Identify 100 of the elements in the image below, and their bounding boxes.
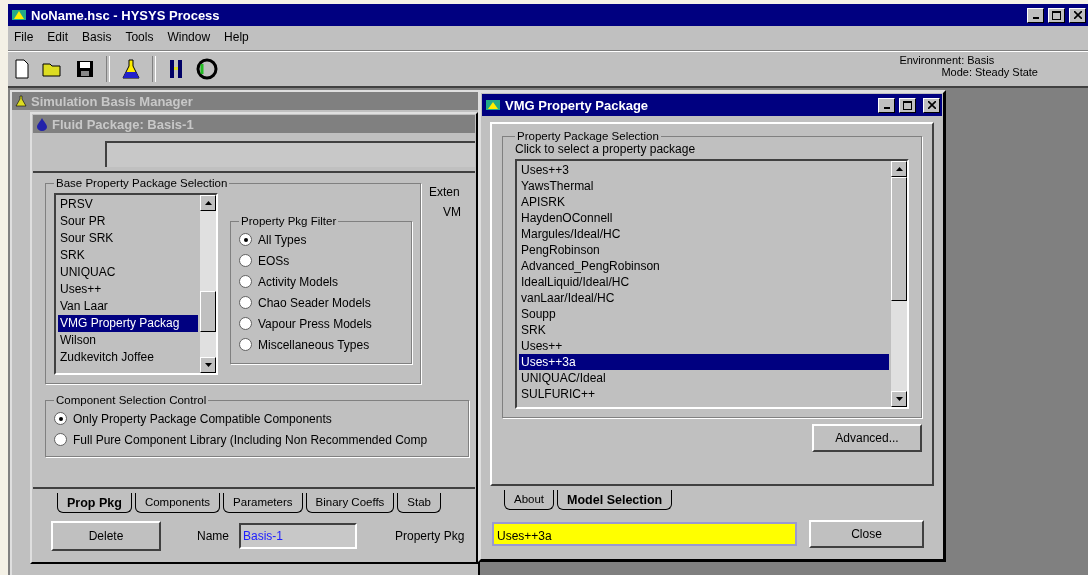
menu-item[interactable]: Tools bbox=[125, 30, 154, 46]
selected-package-field[interactable]: Uses++3a bbox=[492, 522, 797, 546]
close-icon bbox=[927, 101, 936, 109]
component-icon[interactable] bbox=[196, 58, 218, 80]
list-item[interactable]: Sour PR bbox=[58, 213, 198, 230]
list-item[interactable]: Zudkevitch Joffee bbox=[58, 349, 198, 366]
close-button[interactable]: Close bbox=[809, 520, 924, 548]
window-title: Fluid Package: Basis-1 bbox=[52, 116, 194, 132]
list-item[interactable]: PengRobinson bbox=[519, 242, 889, 258]
tab[interactable]: About bbox=[504, 490, 555, 510]
list-item[interactable]: Soupp bbox=[519, 306, 889, 322]
group-legend: Component Selection Control bbox=[54, 394, 209, 406]
window-title: NoName.hsc - HYSYS Process bbox=[31, 7, 220, 23]
radio-label: Vapour Press Models bbox=[258, 316, 372, 331]
menu-item[interactable]: Window bbox=[167, 30, 211, 46]
maximize-button[interactable] bbox=[1048, 7, 1065, 23]
package-list[interactable]: PRSV Sour PR Sour SRK SRK UNIQUAC Uses++ Van Laar VMG Property Packag Wilson Zudkevitch Joffee bbox=[54, 193, 218, 375]
scroll-down-icon[interactable] bbox=[204, 363, 212, 367]
list-item[interactable]: Sour SRK bbox=[58, 230, 198, 247]
tab[interactable]: Components bbox=[134, 493, 221, 513]
scroll-up-icon[interactable] bbox=[204, 201, 212, 205]
list-item[interactable]: Margules/Ideal/HC bbox=[519, 226, 889, 242]
list-item[interactable]: UNIQUAC/Ideal bbox=[519, 370, 889, 386]
new-file-icon[interactable] bbox=[14, 59, 30, 79]
menu-item[interactable]: File bbox=[14, 30, 34, 46]
radio-button[interactable] bbox=[239, 296, 252, 309]
advanced-button[interactable]: Advanced... bbox=[812, 424, 922, 452]
menu-item[interactable]: Basis bbox=[82, 30, 112, 46]
scrollbar[interactable] bbox=[200, 195, 216, 373]
tab[interactable]: Model Selection bbox=[557, 490, 673, 510]
radio-label: Only Property Package Compatible Components bbox=[73, 411, 332, 426]
app-icon bbox=[11, 7, 27, 23]
list-item[interactable]: PRSV bbox=[58, 196, 198, 213]
folder-icon[interactable] bbox=[42, 60, 64, 78]
radio-button[interactable] bbox=[239, 338, 252, 351]
group-legend: Base Property Package Selection bbox=[54, 177, 230, 189]
maximize-icon bbox=[1052, 10, 1061, 20]
environment-label: Environment: Basis bbox=[899, 54, 996, 66]
menu-item[interactable]: Help bbox=[224, 30, 249, 46]
list-item[interactable]: HaydenOConnell bbox=[519, 210, 889, 226]
radio-button[interactable] bbox=[239, 254, 252, 267]
tab[interactable]: Parameters bbox=[223, 493, 303, 513]
list-item[interactable]: Advanced_PengRobinson bbox=[519, 258, 889, 274]
maximize-icon bbox=[903, 100, 912, 110]
property-pkg-label: Property Pkg bbox=[395, 529, 465, 543]
list-item[interactable]: UNIQUAC bbox=[58, 264, 198, 281]
scroll-thumb[interactable] bbox=[891, 177, 907, 302]
list-item[interactable]: Uses++3 bbox=[519, 162, 889, 178]
name-label: Name bbox=[197, 529, 229, 543]
scroll-thumb[interactable] bbox=[200, 291, 216, 333]
list-item[interactable]: Uses++3a bbox=[519, 354, 889, 370]
list-item[interactable]: IdealLiquid/Ideal/HC bbox=[519, 274, 889, 290]
name-field[interactable]: Basis-1 bbox=[239, 523, 357, 549]
list-item[interactable]: SRK bbox=[58, 247, 198, 264]
tab[interactable]: Binary Coeffs bbox=[305, 493, 395, 513]
maximize-button[interactable] bbox=[899, 97, 916, 113]
list-item[interactable]: Wilson bbox=[58, 332, 198, 349]
scroll-up-icon[interactable] bbox=[895, 167, 903, 171]
package-list[interactable]: Uses++3 YawsThermal APISRK HaydenOConnell Margules/Ideal/HC PengRobinson Advanced_PengRobinson IdealLiquid/Ideal/HC vanLaar/Ideal/HC Soupp SRK Uses++ Uses++3a UNIQUAC/Ideal SULFURIC++ bbox=[515, 159, 909, 409]
radio-label: Miscellaneous Types bbox=[258, 337, 370, 352]
package-combo-field[interactable] bbox=[105, 141, 475, 167]
delete-button[interactable]: Delete bbox=[51, 521, 161, 551]
minimize-button[interactable] bbox=[878, 97, 895, 113]
radio-label: All Types bbox=[258, 232, 307, 247]
save-icon[interactable] bbox=[76, 60, 94, 78]
radio-button[interactable] bbox=[239, 233, 252, 246]
tab[interactable]: Prop Pkg bbox=[57, 493, 132, 513]
flask-icon[interactable] bbox=[122, 59, 140, 79]
app-icon bbox=[485, 98, 501, 112]
list-item[interactable]: VMG Property Packag bbox=[58, 315, 198, 332]
list-item[interactable]: YawsThermal bbox=[519, 178, 889, 194]
window-title: VMG Property Package bbox=[505, 97, 649, 113]
radio-label: Chao Seader Models bbox=[258, 295, 371, 310]
tab[interactable]: Stab bbox=[397, 493, 442, 513]
menu-item[interactable]: Edit bbox=[47, 30, 69, 46]
list-item[interactable]: APISRK bbox=[519, 194, 889, 210]
radio-label: Full Pure Component Library (Including Non Recommended Comp bbox=[73, 432, 428, 447]
radio-button[interactable] bbox=[239, 317, 252, 330]
close-button[interactable] bbox=[923, 97, 940, 113]
radio-button[interactable] bbox=[54, 412, 67, 425]
minimize-button[interactable] bbox=[1027, 7, 1044, 23]
list-item[interactable]: SULFURIC++ bbox=[519, 386, 889, 402]
scrollbar[interactable] bbox=[891, 161, 907, 407]
field-value: VM bbox=[442, 205, 461, 219]
list-item[interactable]: Van Laar bbox=[58, 298, 198, 315]
list-item[interactable]: Uses++ bbox=[519, 338, 889, 354]
close-button[interactable] bbox=[1069, 7, 1086, 23]
window-title: Simulation Basis Manager bbox=[31, 93, 193, 109]
radio-button[interactable] bbox=[54, 433, 67, 446]
list-item[interactable]: Uses++ bbox=[58, 281, 198, 298]
column-icon[interactable] bbox=[168, 59, 184, 79]
radio-label: Activity Models bbox=[258, 274, 339, 289]
radio-button[interactable] bbox=[239, 275, 252, 288]
drop-icon bbox=[36, 117, 48, 131]
radio-label: EOSs bbox=[258, 253, 290, 268]
list-item[interactable]: vanLaar/Ideal/HC bbox=[519, 290, 889, 306]
list-item[interactable]: SRK bbox=[519, 322, 889, 338]
group-legend: Property Pkg Filter bbox=[239, 215, 339, 227]
field-label: Exten bbox=[429, 185, 461, 199]
scroll-down-icon[interactable] bbox=[895, 397, 903, 401]
